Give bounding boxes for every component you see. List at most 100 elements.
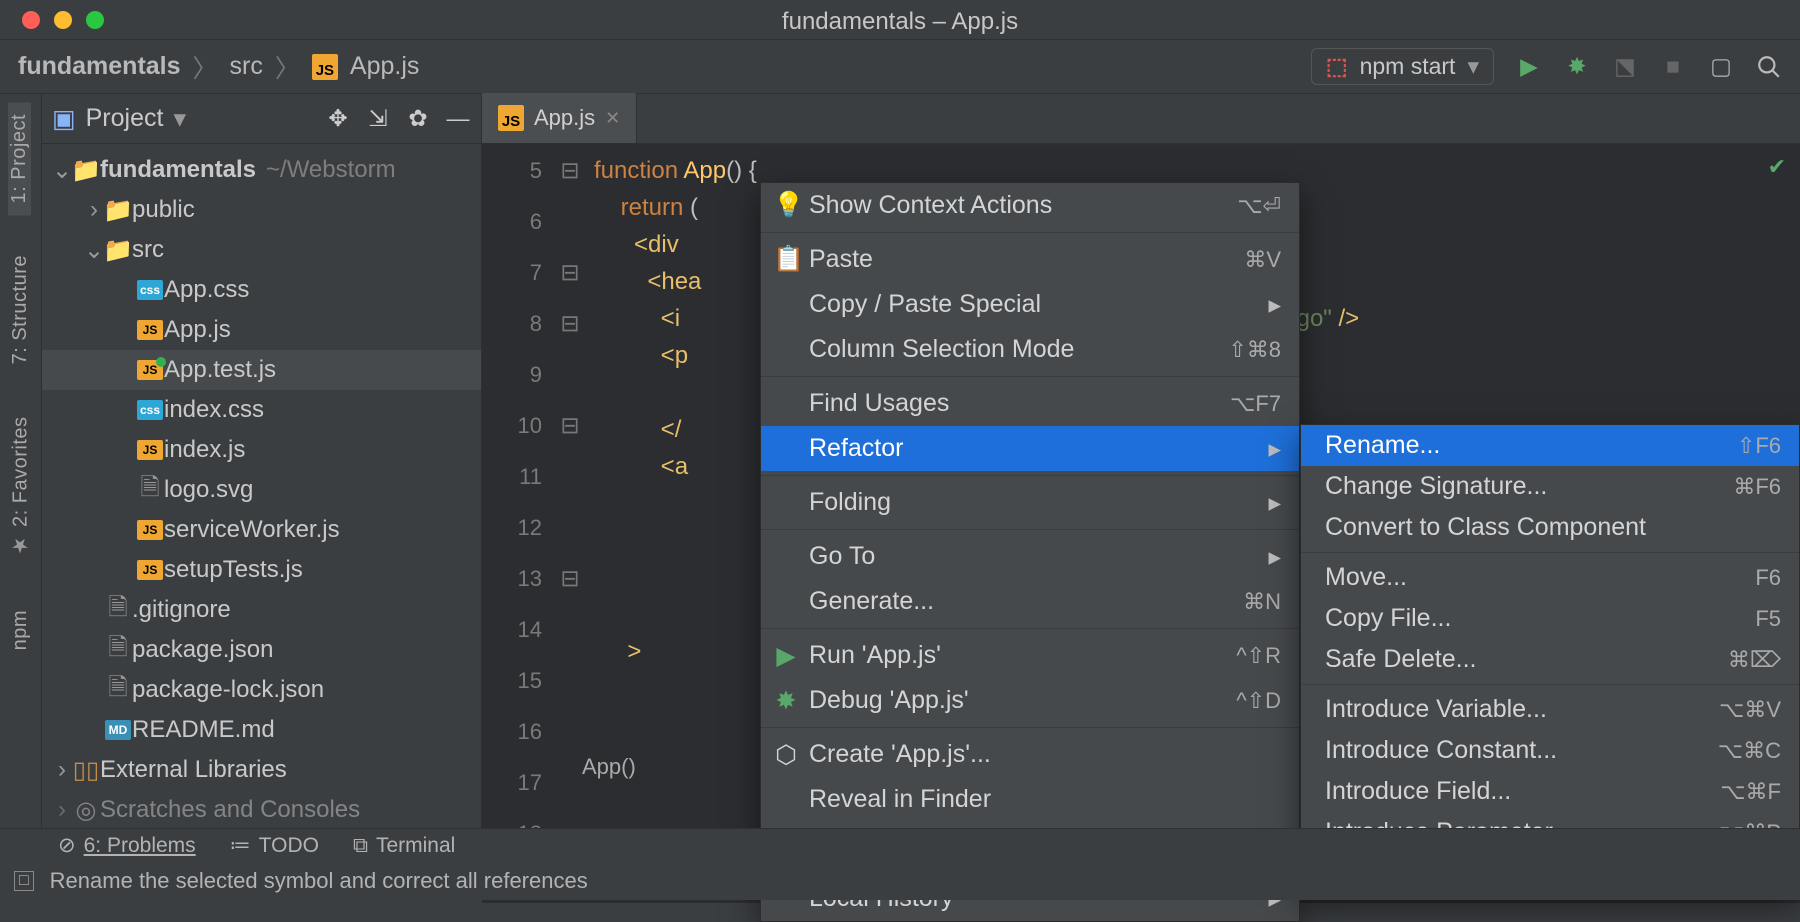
tree-item[interactable]: 🗎package-lock.json bbox=[42, 670, 481, 710]
fold-marker-icon[interactable] bbox=[556, 764, 584, 801]
breadcrumb-root[interactable]: fundamentals bbox=[18, 52, 181, 81]
bug-icon[interactable]: ✸ bbox=[1564, 54, 1590, 80]
submenu-item[interactable]: Safe Delete...⌘⌦ bbox=[1301, 639, 1799, 680]
fold-marker-icon[interactable]: ⊟ bbox=[556, 305, 584, 342]
submenu-item[interactable]: Move...F6 bbox=[1301, 557, 1799, 598]
line-gutter[interactable]: 5678910111213141516171819 bbox=[482, 144, 556, 903]
tree-item[interactable]: JSApp.test.js bbox=[42, 350, 481, 390]
hide-panel-icon[interactable]: — bbox=[445, 106, 471, 132]
todo-toolwindow[interactable]: ≔TODO bbox=[230, 833, 319, 858]
tree-item[interactable]: JSindex.js bbox=[42, 430, 481, 470]
run-config-selector[interactable]: ⬚ npm start ▾ bbox=[1311, 48, 1494, 85]
tree-item[interactable]: ⌄📁src bbox=[42, 230, 481, 270]
play-icon[interactable]: ▶ bbox=[1516, 54, 1542, 80]
presentation-icon[interactable]: ▢ bbox=[1708, 54, 1734, 80]
toolwindow-project[interactable]: 1: Project bbox=[8, 102, 34, 215]
context-menu-item[interactable]: Generate...⌘N bbox=[761, 579, 1299, 624]
fold-column[interactable]: ⊟⊟⊟⊟⊟ bbox=[556, 144, 584, 903]
fold-marker-icon[interactable] bbox=[556, 509, 584, 546]
line-number[interactable]: 14 bbox=[482, 611, 542, 648]
fold-marker-icon[interactable] bbox=[556, 662, 584, 699]
project-view-selector[interactable]: ▣ Project ▾ bbox=[52, 104, 186, 134]
tree-item[interactable]: ›📁public bbox=[42, 190, 481, 230]
select-opened-icon[interactable]: ✥ bbox=[325, 106, 351, 132]
coverage-icon[interactable]: ⬔ bbox=[1612, 54, 1638, 80]
context-menu-item[interactable]: Column Selection Mode⇧⌘8 bbox=[761, 327, 1299, 372]
line-number[interactable]: 6 bbox=[482, 203, 542, 240]
minimize-window-icon[interactable] bbox=[54, 11, 72, 29]
breadcrumb-folder[interactable]: src bbox=[230, 52, 263, 81]
fold-marker-icon[interactable]: ⊟ bbox=[556, 407, 584, 444]
chevron-right-icon[interactable]: › bbox=[52, 756, 72, 784]
tree-root[interactable]: ⌄ 📁 fundamentals ~/Webstorm bbox=[42, 150, 481, 190]
chevron-right-icon[interactable]: › bbox=[52, 796, 72, 824]
submenu-item[interactable]: Change Signature...⌘F6 bbox=[1301, 466, 1799, 507]
submenu-item[interactable]: Convert to Class Component bbox=[1301, 507, 1799, 548]
expand-all-icon[interactable]: ⇲ bbox=[365, 106, 391, 132]
tree-item[interactable]: cssApp.css bbox=[42, 270, 481, 310]
line-number[interactable]: 9 bbox=[482, 356, 542, 393]
fold-marker-icon[interactable] bbox=[556, 611, 584, 648]
tree-item[interactable]: 🗎logo.svg bbox=[42, 470, 481, 510]
tree-item[interactable]: 🗎.gitignore bbox=[42, 590, 481, 630]
fold-marker-icon[interactable]: ⊟ bbox=[556, 254, 584, 291]
line-number[interactable]: 7 bbox=[482, 254, 542, 291]
line-number[interactable]: 13 bbox=[482, 560, 542, 597]
context-menu-item[interactable]: Reveal in Finder bbox=[761, 777, 1299, 822]
editor-crumb-foot[interactable]: App() bbox=[582, 754, 636, 780]
editor-tab[interactable]: JS App.js ✕ bbox=[482, 93, 637, 143]
toolwindow-structure[interactable]: 7: Structure bbox=[9, 243, 32, 376]
line-number[interactable]: 8 bbox=[482, 305, 542, 342]
chevron-icon[interactable]: ⌄ bbox=[84, 236, 104, 265]
terminal-toolwindow[interactable]: ⧉Terminal bbox=[353, 834, 455, 858]
project-tree[interactable]: ⌄ 📁 fundamentals ~/Webstorm ›📁public⌄📁sr… bbox=[42, 144, 481, 828]
inspection-ok-icon[interactable]: ✔ bbox=[1768, 154, 1786, 180]
context-menu-item[interactable]: Find Usages⌥F7 bbox=[761, 381, 1299, 426]
tree-external-libraries[interactable]: › ▯▯ External Libraries bbox=[42, 750, 481, 790]
fold-marker-icon[interactable] bbox=[556, 203, 584, 240]
chevron-down-icon[interactable]: ⌄ bbox=[52, 156, 72, 185]
zoom-window-icon[interactable] bbox=[86, 11, 104, 29]
fold-marker-icon[interactable]: ⊟ bbox=[556, 560, 584, 597]
line-number[interactable]: 16 bbox=[482, 713, 542, 750]
tree-item[interactable]: MDREADME.md bbox=[42, 710, 481, 750]
context-menu-item[interactable]: 📋Paste⌘V bbox=[761, 237, 1299, 282]
context-menu-item[interactable]: Folding▸ bbox=[761, 480, 1299, 525]
stop-icon[interactable]: ■ bbox=[1660, 54, 1686, 80]
toolwindow-favorites[interactable]: ★2: Favorites bbox=[9, 405, 33, 570]
problems-toolwindow[interactable]: ⊘6: Problems bbox=[58, 833, 196, 858]
context-menu-item[interactable]: ✸Debug 'App.js'^⇧D bbox=[761, 678, 1299, 723]
close-tab-icon[interactable]: ✕ bbox=[605, 108, 620, 129]
line-number[interactable]: 15 bbox=[482, 662, 542, 699]
submenu-item[interactable]: Introduce Constant...⌥⌘C bbox=[1301, 730, 1799, 771]
submenu-item[interactable]: Introduce Variable...⌥⌘V bbox=[1301, 689, 1799, 730]
context-menu-item[interactable]: 💡Show Context Actions⌥⏎ bbox=[761, 183, 1299, 228]
fold-marker-icon[interactable] bbox=[556, 356, 584, 393]
context-menu-item[interactable]: ▶Run 'App.js'^⇧R bbox=[761, 633, 1299, 678]
tree-item[interactable]: JSsetupTests.js bbox=[42, 550, 481, 590]
breadcrumb-file[interactable]: App.js bbox=[350, 52, 419, 81]
fold-marker-icon[interactable] bbox=[556, 458, 584, 495]
submenu-item[interactable]: Rename...⇧F6 bbox=[1301, 425, 1799, 466]
line-number[interactable]: 11 bbox=[482, 458, 542, 495]
fold-marker-icon[interactable] bbox=[556, 713, 584, 750]
line-number[interactable]: 5 bbox=[482, 152, 542, 189]
tree-scratches[interactable]: › ◎ Scratches and Consoles bbox=[42, 790, 481, 828]
context-menu-item[interactable]: ⬡Create 'App.js'... bbox=[761, 732, 1299, 777]
chevron-icon[interactable]: › bbox=[84, 196, 104, 224]
line-number[interactable]: 10 bbox=[482, 407, 542, 444]
breadcrumb[interactable]: fundamentals 〉 src 〉 JS App.js bbox=[18, 49, 419, 85]
gear-icon[interactable]: ✿ bbox=[405, 106, 431, 132]
tree-item[interactable]: 🗎package.json bbox=[42, 630, 481, 670]
tree-item[interactable]: JSserviceWorker.js bbox=[42, 510, 481, 550]
context-menu-item[interactable]: Go To▸ bbox=[761, 534, 1299, 579]
line-number[interactable]: 12 bbox=[482, 509, 542, 546]
line-number[interactable]: 17 bbox=[482, 764, 542, 801]
search-icon[interactable] bbox=[1756, 54, 1782, 80]
context-menu-item[interactable]: Copy / Paste Special▸ bbox=[761, 282, 1299, 327]
tree-item[interactable]: cssindex.css bbox=[42, 390, 481, 430]
tree-item[interactable]: JSApp.js bbox=[42, 310, 481, 350]
toolwindow-npm[interactable]: npm bbox=[9, 598, 32, 662]
submenu-item[interactable]: Copy File...F5 bbox=[1301, 598, 1799, 639]
close-window-icon[interactable] bbox=[22, 11, 40, 29]
